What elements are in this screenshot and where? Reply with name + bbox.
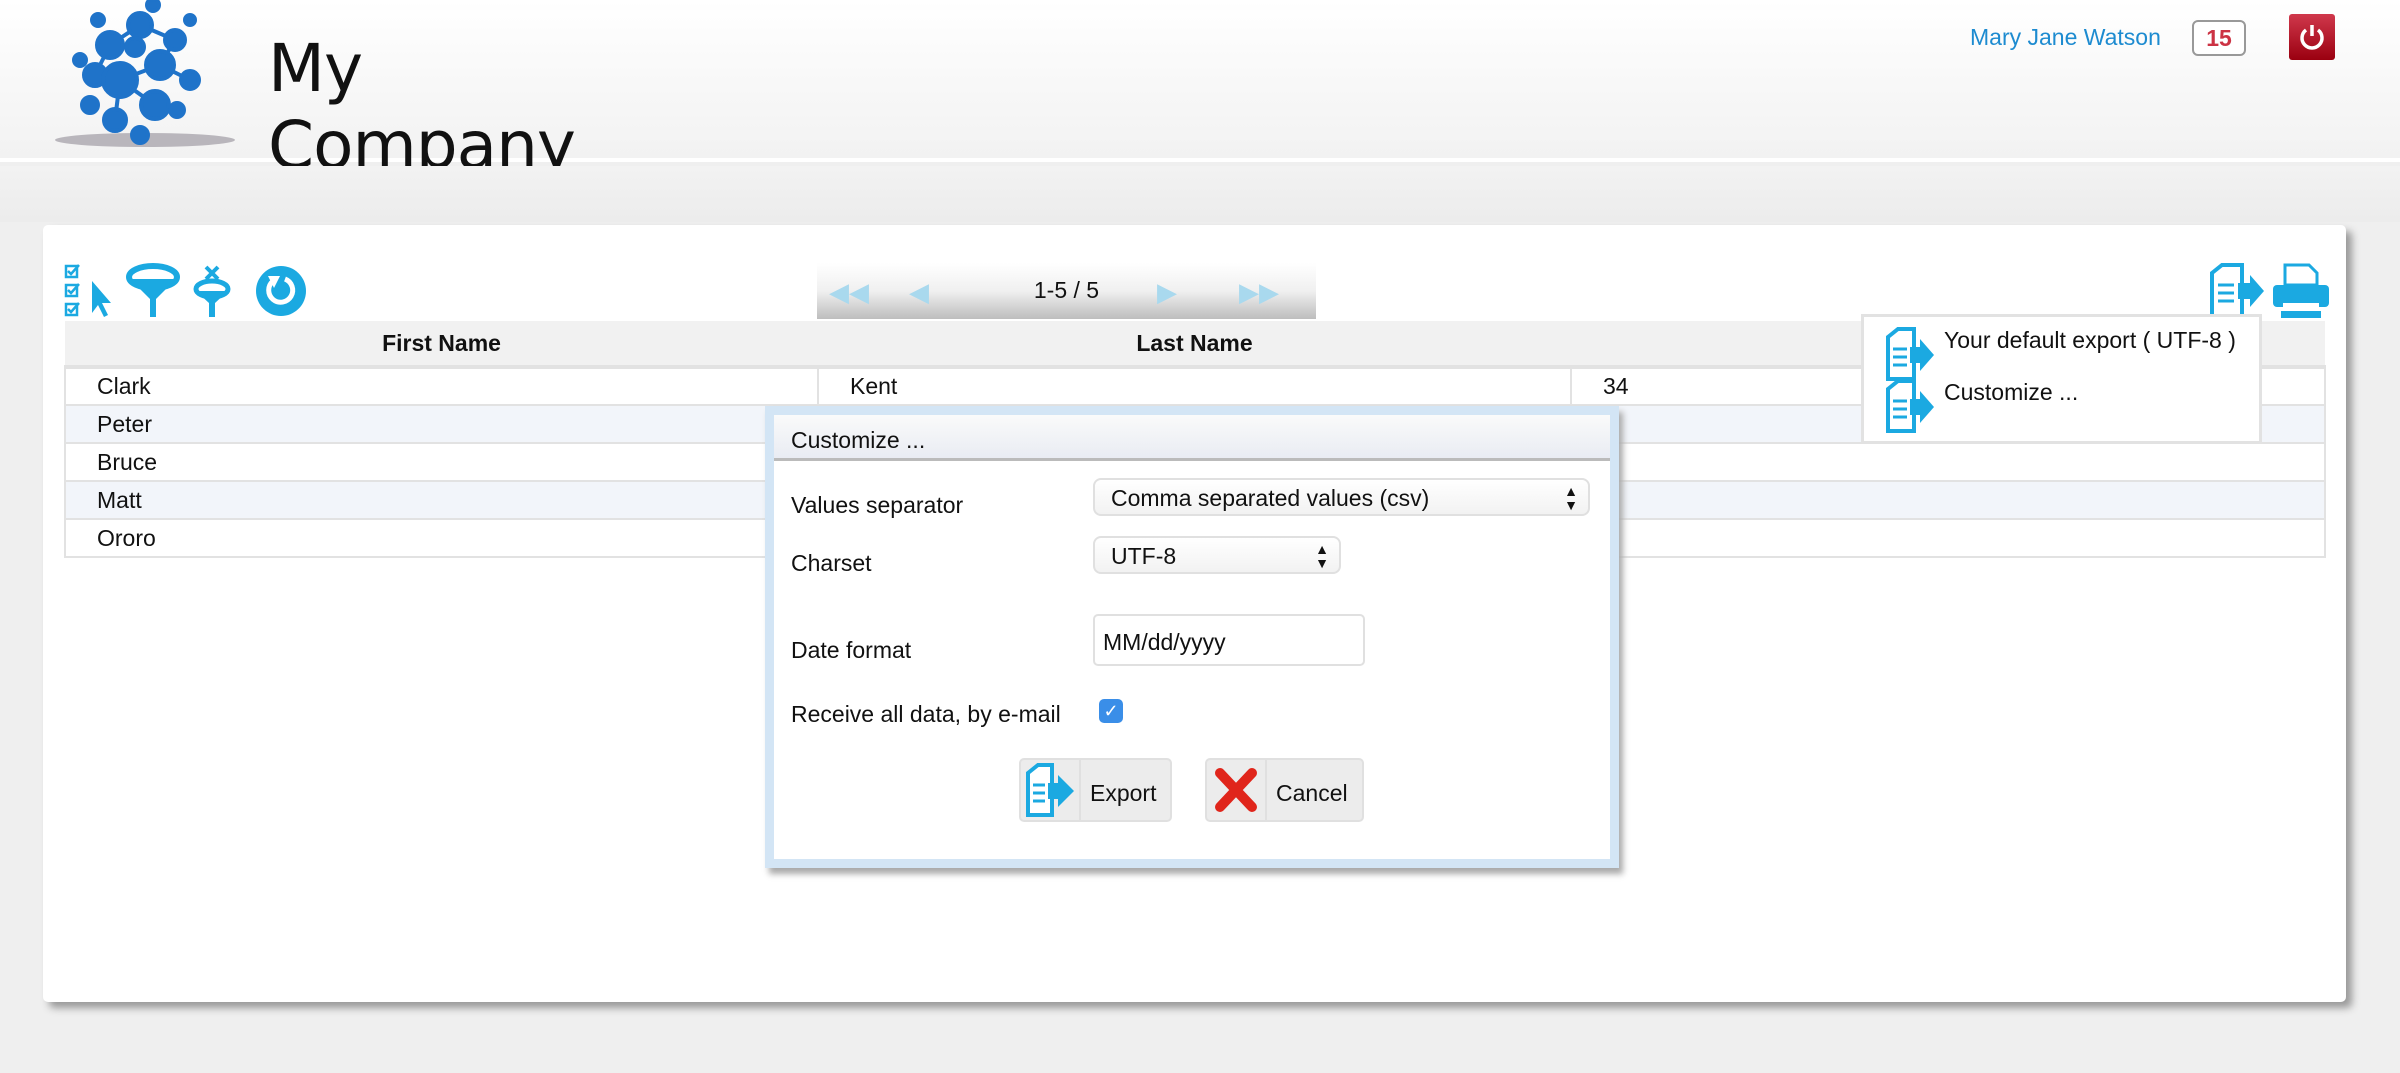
cancel-label: Cancel <box>1276 780 1348 806</box>
charset-value: UTF-8 <box>1111 543 1177 569</box>
date-format-label: Date format <box>791 637 912 663</box>
values-separator-label: Values separator <box>791 492 964 518</box>
power-icon <box>2300 25 2324 50</box>
filter-icon <box>126 263 180 317</box>
charset-select[interactable]: UTF-8 ▲ ▼ <box>1093 536 1341 574</box>
pager: ◀◀ ◀ 1-5 / 5 ▶ ▶▶ <box>817 263 1316 319</box>
column-header-last-name[interactable]: Last Name <box>818 321 1571 369</box>
cell-age: 8 <box>1570 442 2326 482</box>
menu-item-default-export[interactable]: Your default export ( UTF-8 ) <box>1884 327 2236 381</box>
charset-label: Charset <box>791 550 872 576</box>
select-rows-button[interactable] <box>64 263 114 319</box>
clear-filter-button[interactable] <box>192 263 236 319</box>
cell-last-name: Kent <box>817 366 1572 406</box>
values-separator-value: Comma separated values (csv) <box>1111 485 1430 511</box>
menu-item-label: Customize ... <box>1944 379 2079 405</box>
select-arrows-icon: ▲ ▼ <box>1564 483 1578 513</box>
cell-first-name: Ororo <box>64 518 819 558</box>
select-arrows-icon: ▲ ▼ <box>1315 541 1329 571</box>
refresh-button[interactable] <box>254 263 308 319</box>
checklist-select-icon <box>64 264 111 317</box>
nav-bar <box>0 166 2400 222</box>
notification-badge[interactable]: 15 <box>2192 20 2246 56</box>
filter-button[interactable] <box>124 263 182 319</box>
last-page-icon[interactable]: ▶▶ <box>1239 277 1279 308</box>
company-logo[interactable]: My Company <box>40 0 600 184</box>
values-separator-select[interactable]: Comma separated values (csv) ▲ ▼ <box>1093 478 1590 516</box>
refresh-icon <box>256 266 306 316</box>
user-name-link[interactable]: Mary Jane Watson <box>1970 24 2161 51</box>
customize-export-dialog: Customize ... Values separator Comma sep… <box>765 406 1619 868</box>
print-button[interactable] <box>2271 263 2331 319</box>
cancel-button[interactable]: Cancel <box>1205 758 1364 822</box>
close-x-icon <box>1215 768 1257 812</box>
cell-first-name: Matt <box>64 480 819 520</box>
cell-age: 0 <box>1570 518 2326 558</box>
export-document-icon <box>1026 763 1074 817</box>
export-button[interactable] <box>2208 263 2264 319</box>
email-option-label: Receive all data, by e-mail <box>791 701 1061 727</box>
cell-age: 7 <box>1570 480 2326 520</box>
dialog-title: Customize ... <box>774 415 1610 461</box>
cell-first-name: Peter <box>64 404 819 444</box>
email-checkbox[interactable]: ✓ <box>1099 699 1123 723</box>
logout-button[interactable] <box>2289 14 2335 60</box>
export-document-icon <box>1886 327 1934 381</box>
clear-filter-icon <box>193 265 231 317</box>
logo-molecule-icon <box>55 0 235 147</box>
export-label: Export <box>1090 780 1157 806</box>
column-header-first-name[interactable]: First Name <box>65 321 818 369</box>
cell-first-name: Clark <box>64 366 819 406</box>
printer-icon <box>2273 263 2329 318</box>
company-name: My Company <box>268 30 576 184</box>
export-confirm-button[interactable]: Export <box>1019 758 1172 822</box>
export-document-icon <box>1886 379 1934 433</box>
export-document-icon <box>2210 263 2264 319</box>
menu-item-customize[interactable]: Customize ... <box>1884 379 2079 433</box>
menu-item-label: Your default export ( UTF-8 ) <box>1944 327 2236 353</box>
date-format-input[interactable]: MM/dd/yyyy <box>1093 614 1365 666</box>
cell-first-name: Bruce <box>64 442 819 482</box>
export-dropdown-menu: Your default export ( UTF-8 ) Customize … <box>1861 314 2262 444</box>
next-page-icon[interactable]: ▶ <box>1157 277 1177 308</box>
app-header: My Company Mary Jane Watson 15 <box>0 0 2400 184</box>
